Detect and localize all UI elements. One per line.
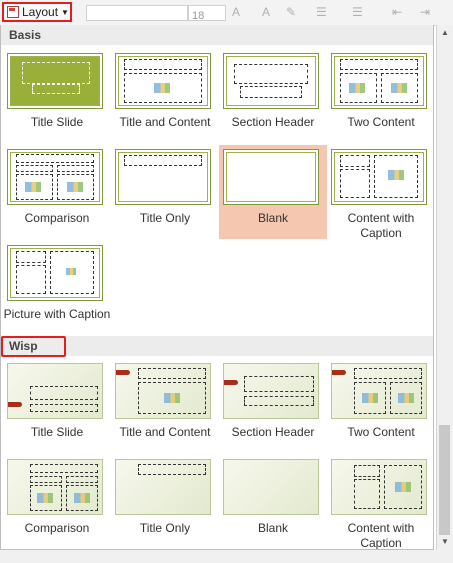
layout-label: Content with Caption — [347, 521, 415, 550]
wisp-layout-title-and-content[interactable]: Title and Content — [111, 359, 219, 449]
layout-label: Content with Caption — [347, 211, 415, 240]
layout-label: Two Content — [347, 425, 415, 439]
font-size-value: 18 — [192, 10, 205, 22]
increase-indent-icon[interactable]: ⇥ — [420, 5, 430, 19]
layout-section-header[interactable]: Section Header — [219, 49, 327, 139]
layout-title-and-content[interactable]: Title and Content — [111, 49, 219, 139]
layout-blank[interactable]: Blank — [219, 145, 327, 239]
layout-label: Title Slide — [30, 425, 84, 439]
layout-title-only[interactable]: Title Only — [111, 145, 219, 237]
decrease-indent-icon[interactable]: ⇤ — [392, 5, 402, 19]
layout-thumbnail — [7, 245, 103, 301]
layout-dropdown-button[interactable]: Layout ▼ — [2, 2, 72, 22]
layout-thumbnail — [115, 459, 211, 515]
layout-thumbnail — [223, 149, 319, 205]
wisp-layout-title-only[interactable]: Title Only — [111, 455, 219, 547]
layout-comparison[interactable]: Comparison — [3, 145, 111, 237]
wisp-layout-title-slide[interactable]: Title Slide — [3, 359, 111, 449]
wisp-layout-blank[interactable]: Blank — [219, 455, 327, 547]
font-size-field[interactable]: 18 — [188, 5, 226, 22]
layout-label: Section Header — [231, 425, 315, 439]
layout-icon — [7, 6, 19, 18]
layout-button-label: Layout — [22, 5, 59, 19]
chevron-down-icon: ▼ — [61, 7, 69, 17]
layout-gallery: Basis Title Slide Title and Content Sect… — [0, 25, 434, 550]
layout-thumbnail — [223, 53, 319, 109]
layout-thumbnail — [7, 53, 103, 109]
layout-thumbnail — [223, 363, 319, 419]
section-title: Wisp — [1, 336, 66, 357]
layout-label: Two Content — [347, 115, 415, 129]
layout-label: Picture with Caption — [3, 307, 111, 321]
wisp-layout-two-content[interactable]: Two Content — [327, 359, 433, 449]
layout-label: Title and Content — [119, 115, 211, 129]
layout-thumbnail — [331, 53, 427, 109]
layout-label: Title and Content — [119, 425, 211, 439]
layout-thumbnail — [331, 363, 427, 419]
layout-thumbnail — [7, 459, 103, 515]
section-header-basis: Basis — [1, 25, 433, 45]
layout-thumbnail — [115, 363, 211, 419]
layout-label: Comparison — [24, 211, 90, 225]
layout-label: Title Only — [139, 521, 191, 535]
layout-picture-with-caption[interactable]: Picture with Caption — [3, 241, 111, 335]
layout-thumbnail — [331, 149, 427, 205]
grow-font-icon[interactable]: A — [232, 5, 240, 19]
layout-label: Title Only — [139, 211, 191, 225]
section-title: Basis — [9, 28, 42, 42]
layout-label: Comparison — [24, 521, 90, 535]
layout-content-with-caption[interactable]: Content with Caption — [327, 145, 433, 240]
layout-thumbnail — [115, 149, 211, 205]
layout-title-slide[interactable]: Title Slide — [3, 49, 111, 139]
bullets-icon[interactable]: ☰ — [316, 5, 327, 19]
scroll-up-icon[interactable]: ▲ — [437, 25, 453, 41]
scroll-down-icon[interactable]: ▼ — [437, 534, 453, 550]
section-header-wisp: Wisp — [1, 336, 433, 357]
layout-thumbnail — [331, 459, 427, 515]
layout-label: Blank — [257, 521, 289, 535]
ribbon-toolbar: Layout ▼ 18 A A ✎ ☰ ☰ ⇤ ⇥ — [0, 0, 453, 26]
vertical-scrollbar[interactable]: ▲ ▼ — [436, 25, 453, 550]
numbering-icon[interactable]: ☰ — [352, 5, 363, 19]
layout-label: Blank — [257, 211, 289, 225]
wisp-layout-comparison[interactable]: Comparison — [3, 455, 111, 547]
scrollbar-thumb[interactable] — [439, 425, 450, 535]
layout-thumbnail — [7, 149, 103, 205]
wisp-layout-section-header[interactable]: Section Header — [219, 359, 327, 449]
layout-thumbnail — [223, 459, 319, 515]
layout-thumbnail — [115, 53, 211, 109]
layout-label: Section Header — [231, 115, 315, 129]
layout-label: Title Slide — [30, 115, 84, 129]
gallery-footer — [0, 550, 453, 563]
layout-two-content[interactable]: Two Content — [327, 49, 433, 139]
font-name-field[interactable] — [86, 5, 188, 21]
shrink-font-icon[interactable]: A — [262, 5, 270, 19]
layout-thumbnail — [7, 363, 103, 419]
wisp-layout-content-with-caption[interactable]: Content with Caption — [327, 455, 433, 550]
clear-format-icon[interactable]: ✎ — [286, 5, 296, 19]
